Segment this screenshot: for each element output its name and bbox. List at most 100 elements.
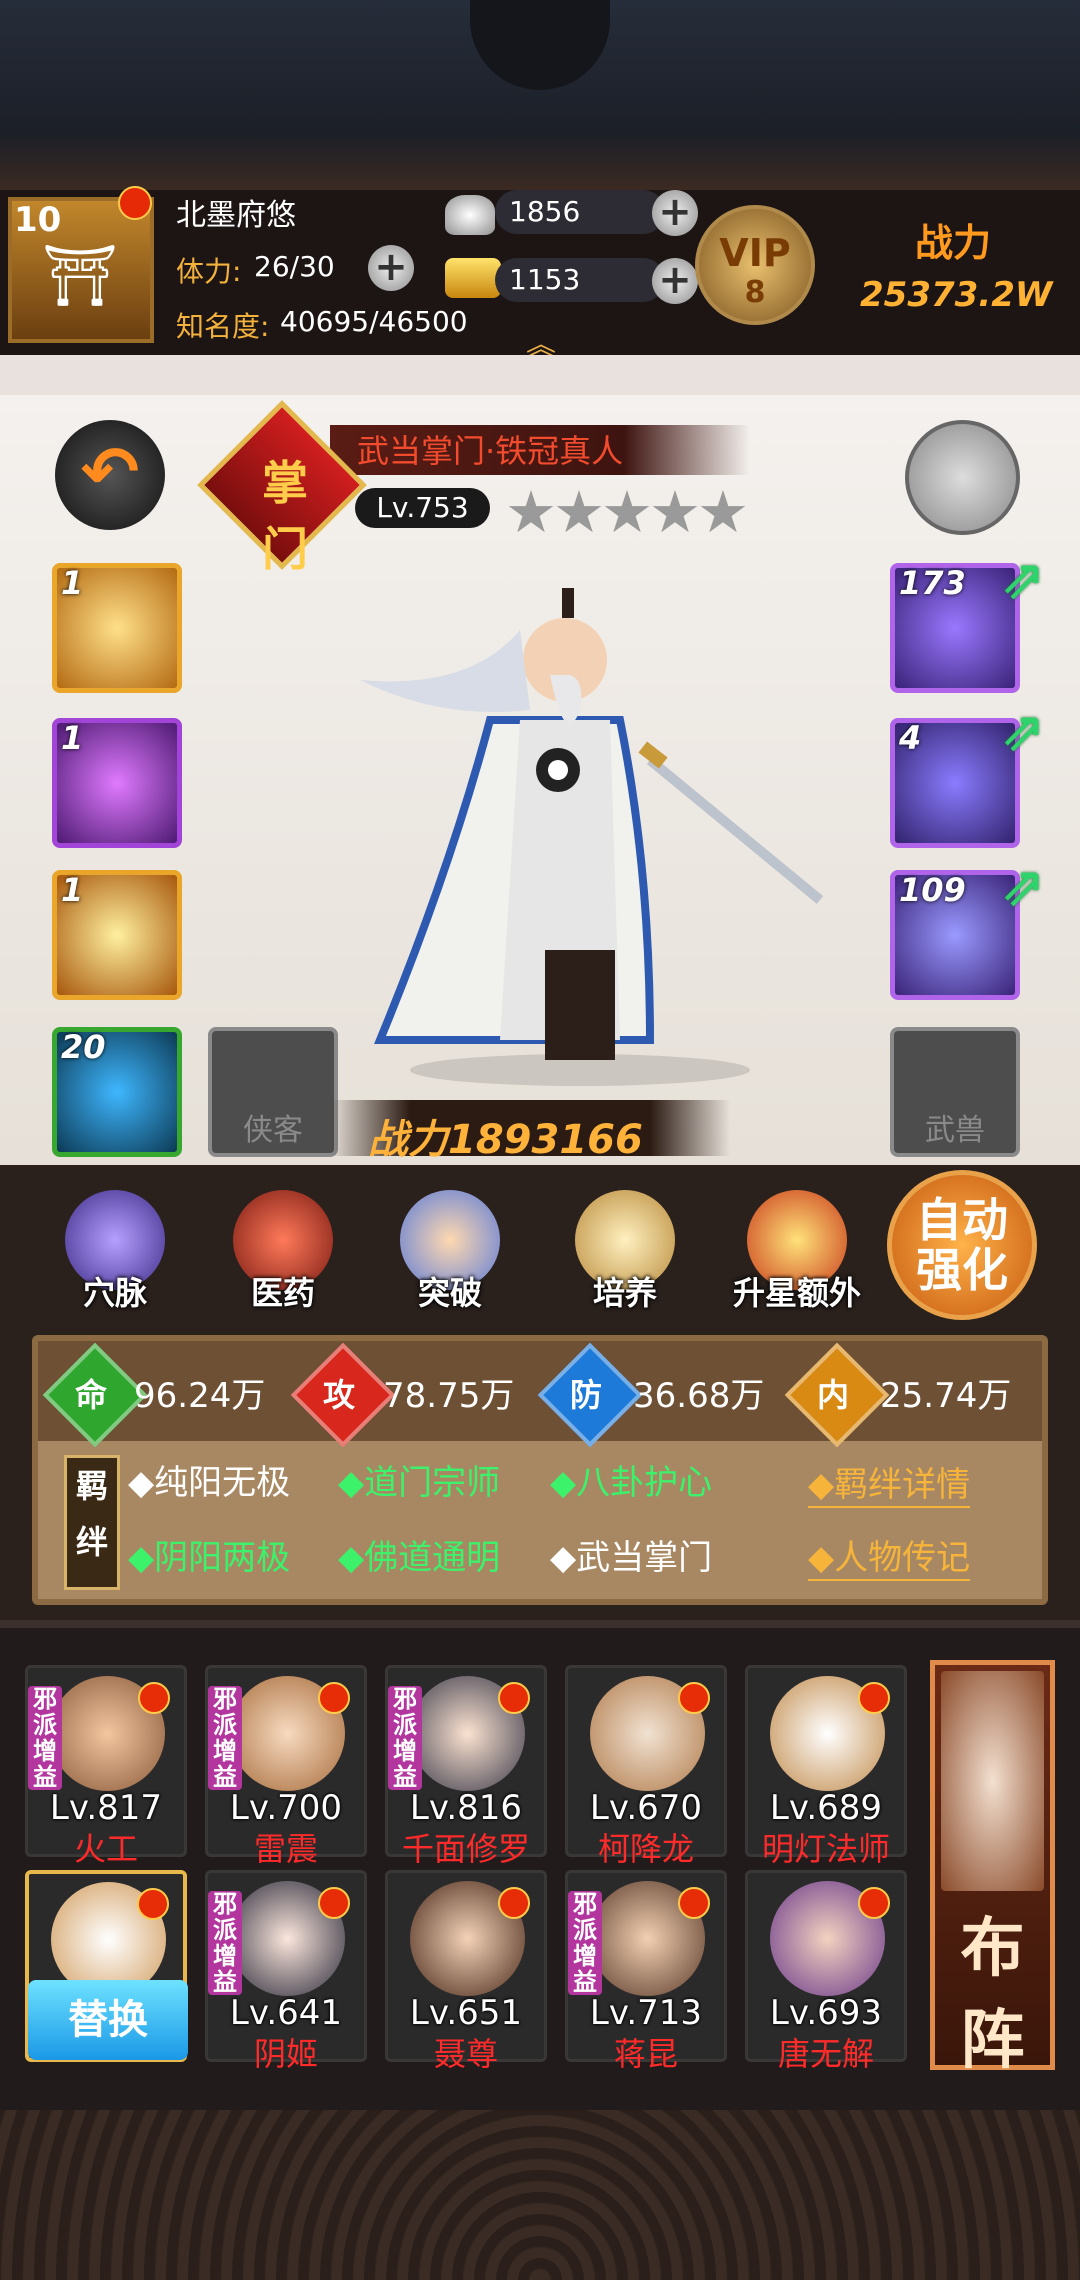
notification-dot — [118, 186, 152, 220]
member-name: 阴姬 — [253, 2035, 318, 2073]
hero-power: 战力1893166 — [368, 1117, 643, 1163]
fame-value: 40695/46500 — [280, 305, 468, 338]
team-member[interactable]: Lv.693 唐无解 — [745, 1870, 907, 2073]
player-level: 10 — [14, 200, 62, 240]
silver-amount: 1856 — [495, 190, 665, 234]
member-name: 唐无解 — [777, 2035, 874, 2073]
notification-dot — [137, 1888, 169, 1920]
back-arrow-icon[interactable]: ↶ — [55, 420, 165, 530]
vip-level: 8 — [744, 275, 766, 310]
add-silver-button[interactable]: + — [652, 190, 698, 236]
bond-item: ◆阴阳两极 — [128, 1538, 291, 1578]
biography-link[interactable]: ◆人物传记 — [808, 1530, 971, 1581]
evil-buff-tag: 邪派增益 — [28, 1686, 62, 1790]
member-level: Lv.700 — [229, 1788, 343, 1828]
companion-label: 侠客 — [243, 1113, 303, 1148]
treasure-orb-icon[interactable]: 20 — [52, 1027, 182, 1157]
fame-label: 知名度: — [176, 310, 270, 343]
add-stamina-button[interactable]: + — [368, 245, 414, 291]
notification-dot — [498, 1682, 530, 1714]
replace-button[interactable]: 替换 — [28, 1980, 188, 2060]
total-power-value: 25373.2W — [860, 275, 1053, 315]
defense-char: 防 — [569, 1376, 602, 1414]
team-member[interactable]: 邪派增益 Lv.816 千面修罗 — [385, 1665, 547, 1868]
skill-lightning-icon[interactable]: 1 — [52, 718, 182, 848]
medicine-button[interactable]: 医药 — [228, 1190, 338, 1320]
companion-slot[interactable]: 侠客 — [208, 1027, 338, 1157]
cultivate-label: 培养 — [592, 1274, 657, 1312]
hero-badge-text: 掌门 — [262, 456, 308, 576]
equip-level: 173 — [899, 564, 966, 602]
breakthrough-label: 突破 — [417, 1274, 482, 1312]
member-level: Lv.816 — [409, 1788, 523, 1828]
breakthrough-button[interactable]: 突破 — [395, 1190, 505, 1320]
bond-item: ◆道门宗师 — [338, 1463, 501, 1503]
member-name: 千面修罗 — [401, 1830, 530, 1868]
skill-level: 1 — [61, 871, 84, 909]
evil-buff-tag: 邪派增益 — [388, 1686, 422, 1790]
vip-badge[interactable]: VIP 8 — [695, 205, 815, 325]
total-power-label: 战力 — [915, 221, 992, 265]
skill-swirl-icon[interactable]: 1 — [52, 870, 182, 1000]
player-name: 北墨府悠 — [176, 198, 296, 233]
member-level: Lv.817 — [49, 1788, 163, 1828]
beast-slot[interactable]: 武兽 — [890, 1027, 1020, 1157]
bond-item: ◆武当掌门 — [550, 1538, 713, 1578]
member-level: Lv.713 — [589, 1993, 703, 2033]
stamina-label: 体力: — [176, 255, 242, 288]
treasure-level: 20 — [61, 1028, 106, 1066]
team-member[interactable]: 邪派增益 Lv.817 火工 — [25, 1665, 187, 1868]
evil-buff-tag: 邪派增益 — [568, 1891, 602, 1995]
member-name: 蒋昆 — [613, 2035, 678, 2073]
formation-label: 布阵 — [960, 1912, 1025, 2078]
bond-item: ◆佛道通明 — [338, 1538, 501, 1578]
skill-level: 1 — [61, 719, 84, 757]
notification-dot — [498, 1887, 530, 1919]
hero-level: Lv.753 — [355, 488, 490, 528]
star-up-button[interactable]: 升星额外 — [722, 1190, 872, 1320]
meridian-label: 穴脉 — [82, 1274, 147, 1312]
member-name: 柯降龙 — [597, 1830, 694, 1868]
team-member[interactable]: 邪派增益 Lv.700 雷震 — [205, 1665, 367, 1868]
member-level: Lv.651 — [409, 1993, 523, 2033]
attack-value: 78.75万 — [383, 1376, 515, 1416]
meridian-button[interactable]: 穴脉 — [60, 1190, 170, 1320]
team-member[interactable]: Lv.651 聂尊 — [385, 1870, 547, 2073]
formation-button[interactable]: 布阵 — [930, 1660, 1055, 2078]
evil-buff-tag: 邪派增益 — [208, 1891, 242, 1995]
hero-portrait-button[interactable] — [905, 420, 1020, 535]
upgrade-arrow-icon: ⇗ — [1000, 548, 1046, 611]
defense-value: 36.68万 — [633, 1376, 765, 1416]
member-level: Lv.641 — [229, 1993, 343, 2033]
medicine-label: 医药 — [250, 1274, 315, 1312]
add-gold-button[interactable]: + — [652, 258, 698, 304]
bond-details-link[interactable]: ◆羁绊详情 — [808, 1457, 971, 1508]
cultivate-button[interactable]: 培养 — [570, 1190, 680, 1320]
gold-icon — [445, 258, 501, 298]
member-level: Lv.693 — [769, 1993, 883, 2033]
team-member[interactable]: Lv.689 明灯法师 — [745, 1665, 907, 1868]
hp-value: 96.24万 — [134, 1376, 266, 1416]
notification-dot — [678, 1682, 710, 1714]
skill-taiji-icon[interactable]: 1 — [52, 563, 182, 693]
skill-level: 1 — [61, 564, 84, 602]
equip-level: 4 — [899, 719, 922, 757]
auto-upgrade-button[interactable]: 自动 强化 — [887, 1170, 1037, 1320]
hero-name: 武当掌门·铁冠真人 — [357, 432, 624, 470]
notification-dot — [318, 1887, 350, 1919]
team-member[interactable]: 邪派增益 Lv.641 阴姬 — [205, 1870, 367, 2073]
notification-dot — [138, 1682, 170, 1714]
team-member[interactable]: Lv.670 柯降龙 — [565, 1665, 727, 1868]
formation-art — [941, 1671, 1044, 1891]
member-level: Lv.670 — [589, 1788, 703, 1828]
member-name: 火工 — [73, 1830, 138, 1868]
team-member[interactable]: 邪派增益 Lv.713 蒋昆 — [565, 1870, 727, 2073]
equip-level: 109 — [899, 871, 966, 909]
bond-item: ◆纯阳无极 — [128, 1463, 291, 1503]
silver-icon — [445, 195, 495, 235]
hp-char: 命 — [74, 1376, 107, 1414]
upgrade-arrow-icon: ⇗ — [1000, 700, 1046, 763]
inner-power-value: 25.74万 — [880, 1376, 1012, 1416]
top-banner — [0, 0, 1080, 190]
notification-dot — [858, 1887, 890, 1919]
